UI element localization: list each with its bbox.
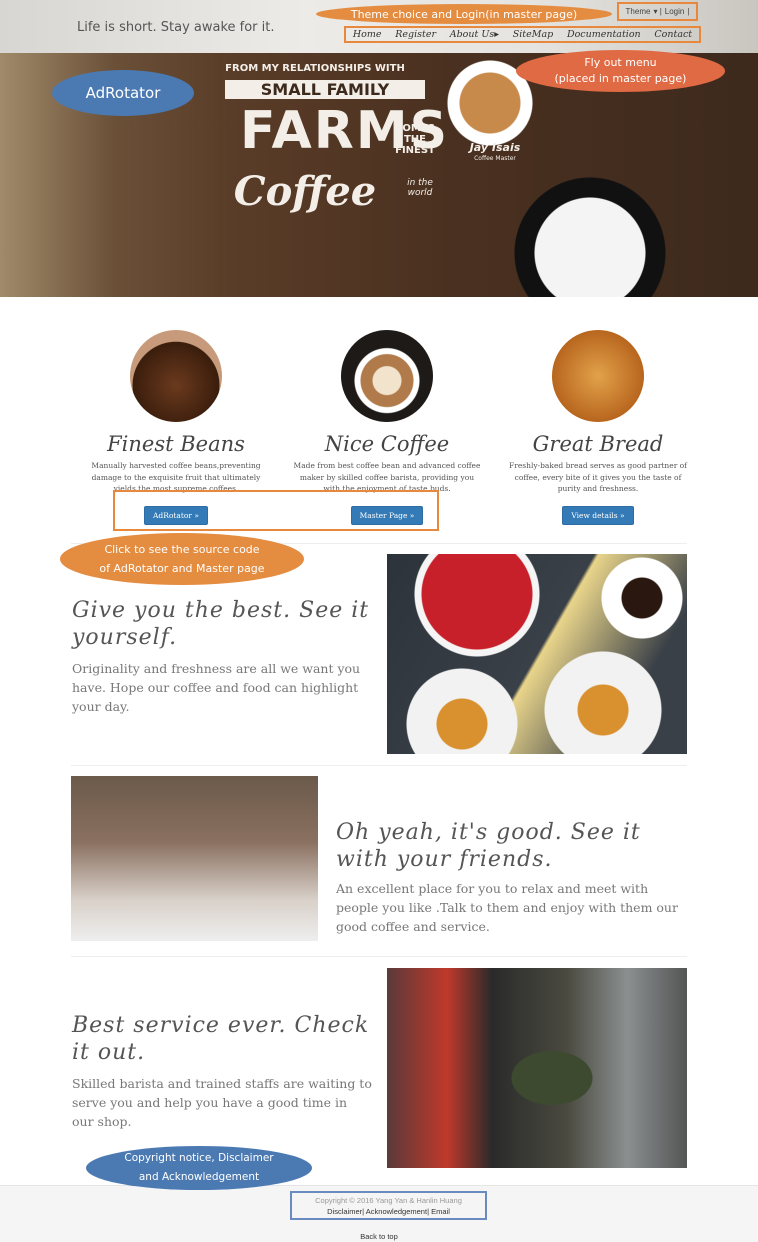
annotation-highlight-box [113, 490, 439, 531]
annotation-copyright: Copyright notice, Disclaimer and Acknowle… [86, 1146, 312, 1190]
caret-down-icon: ▾ | [653, 7, 662, 16]
email-link[interactable]: Email [431, 1207, 450, 1216]
carousel-dot[interactable] [366, 323, 372, 329]
latte-image [341, 330, 433, 422]
disclaimer-link[interactable]: Disclaimer [327, 1207, 362, 1216]
acknowledgement-link[interactable]: Acknowledgement [366, 1207, 427, 1216]
divider [71, 956, 687, 957]
croissant-image [552, 330, 644, 422]
copyright-box: Copyright © 2016 Yang Yan & Hanlin Huang… [290, 1191, 487, 1220]
nav-sitemap[interactable]: SiteMap [513, 29, 553, 40]
coffee-beans-image [130, 330, 222, 422]
nav-menu: Home Register About Us▸ SiteMap Document… [344, 26, 701, 43]
carousel-indicators [366, 323, 390, 329]
nav-about-us[interactable]: About Us▸ [450, 29, 499, 40]
annotation-theme-login: Theme choice and Login(in master page) [316, 4, 612, 24]
annotation-source-code: Click to see the source code of AdRotator… [60, 533, 304, 585]
friends-cafe-image [71, 776, 318, 941]
login-link[interactable]: Login [665, 7, 685, 16]
carousel-dot-active[interactable] [375, 323, 381, 329]
section-service: Best service ever. Check it out. Skilled… [72, 1013, 372, 1129]
section-best: Give you the best. See it yourself. Orig… [72, 598, 370, 714]
section-friends: Oh yeah, it's good. See it with your fri… [336, 820, 678, 934]
nav-contact[interactable]: Contact [654, 29, 692, 40]
theme-dropdown[interactable]: Theme [626, 7, 651, 16]
nav-documentation[interactable]: Documentation [567, 29, 641, 40]
tagline: Life is short. Stay awake for it. [77, 20, 275, 35]
theme-login-bar: Theme ▾ | Login | [617, 2, 698, 21]
feature-great-bread: Great Bread Freshly-baked bread serves a… [498, 330, 698, 525]
nav-home[interactable]: Home [353, 29, 382, 40]
carousel-dot[interactable] [384, 323, 390, 329]
back-to-top-link[interactable]: Back to top [0, 1232, 758, 1241]
divider [71, 765, 687, 766]
nav-register[interactable]: Register [395, 29, 436, 40]
strawberries-croissant-image [387, 554, 687, 754]
view-details-button[interactable]: View details » [562, 505, 634, 525]
barista-image [387, 968, 687, 1168]
caret-right-icon: ▸ [494, 29, 500, 40]
annotation-adrotator: AdRotator [52, 70, 194, 116]
annotation-flyout: Fly out menu (placed in master page) [516, 50, 725, 92]
